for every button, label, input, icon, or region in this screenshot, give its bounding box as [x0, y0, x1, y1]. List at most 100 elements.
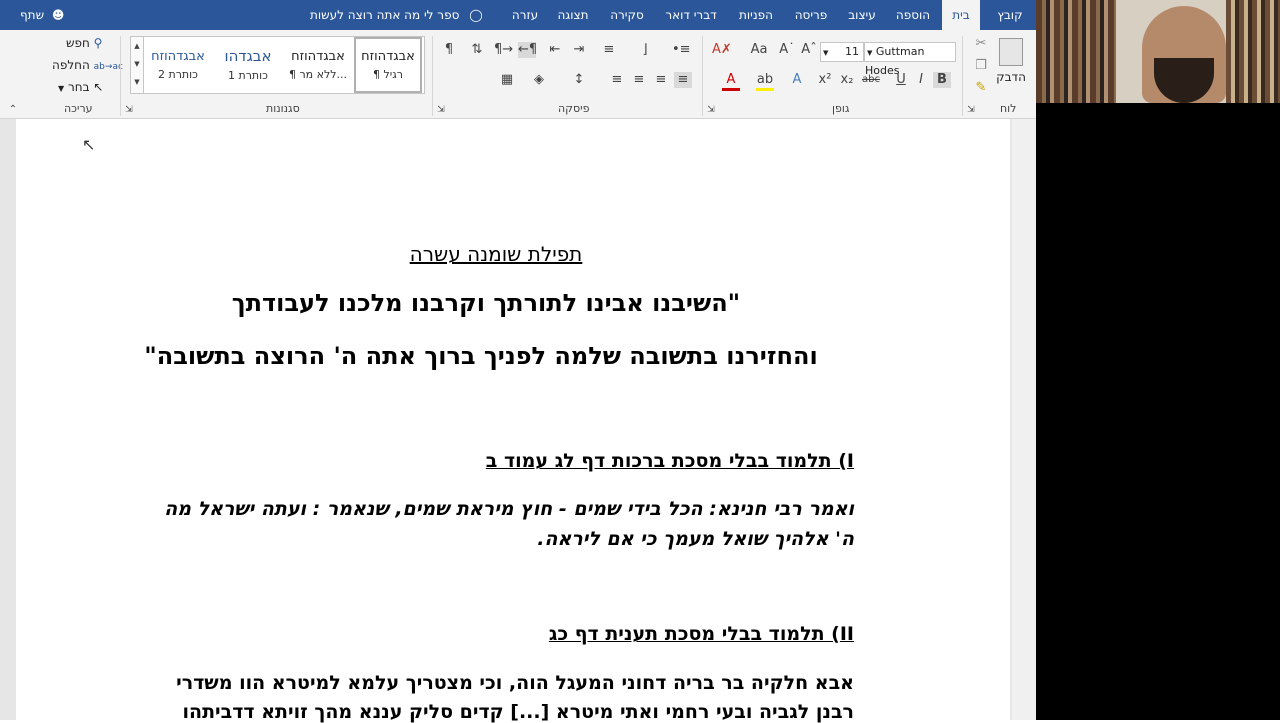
doc-section-2-title: II) תלמוד בבלי מסכת תענית דף כג	[548, 623, 854, 645]
search-icon: ⚲	[93, 36, 103, 50]
decrease-indent-icon[interactable]: ⇥	[570, 42, 588, 58]
paste-button[interactable]: הדבק	[994, 36, 1028, 98]
ribbon: חפש ⚲ החלפה ab→ac ▼ בחר ↖ עריכה ⌃ ⇲ ▲ ▼ ▼ …	[0, 30, 1036, 119]
clear-formatting-icon[interactable]: A✗	[712, 42, 732, 58]
tab-design[interactable]: עיצוב	[846, 0, 878, 30]
find-button[interactable]: חפש ⚲	[66, 36, 102, 50]
doc-section-2-line-1: אבא חלקיה בר בריה דחוני המעגל הוה, וכי מ…	[176, 672, 854, 694]
font-size-box[interactable]: ▼ 11	[820, 42, 864, 62]
highlight-icon[interactable]: ab	[756, 72, 774, 91]
styles-dialog-icon[interactable]: ⇲	[120, 102, 138, 118]
doc-quote-line-2: והחזירנו בתשובה שלמה לפניך ברוך אתה ה' ה…	[144, 342, 818, 370]
style-normal[interactable]: אבגדהוזח ¶ רגיל	[354, 37, 422, 93]
format-painter-icon[interactable]: ✎	[972, 80, 990, 96]
select-label: בחר	[67, 80, 90, 94]
font-name-box[interactable]: ▼ Guttman Hodes	[864, 42, 956, 77]
bookshelf-image	[1036, 0, 1116, 103]
italic-icon[interactable]: I	[912, 72, 930, 88]
line-spacing-icon[interactable]: ↕	[570, 72, 588, 88]
superscript-icon[interactable]: x²	[816, 72, 834, 88]
webcam-background	[1036, 103, 1280, 720]
doc-quote-line-1: "השיבנו אבינו לתורתך וקרבנו מלכנו לעבודת…	[231, 289, 741, 317]
style-sample: אבגדהוזח	[361, 49, 415, 64]
font-color-icon[interactable]: A	[722, 72, 740, 91]
ltr-direction-icon[interactable]: ¶→	[494, 42, 513, 58]
grow-font-icon[interactable]: Aˆ	[800, 42, 818, 58]
style-name: כותרת 2	[158, 68, 198, 81]
styles-gallery: אבגדהוזח כותרת 2 אבגדהו כותרת 1 אבגדהוזח…	[143, 36, 425, 94]
cut-icon[interactable]: ✂	[972, 36, 990, 52]
tab-review[interactable]: סקירה	[608, 0, 646, 30]
multilevel-list-icon[interactable]: ≡	[600, 42, 618, 58]
style-no-spacing[interactable]: אבגדהוזח ¶ ללא מר...	[286, 39, 350, 91]
text-effects-icon[interactable]: A	[788, 72, 806, 88]
style-name: ¶ רגיל	[373, 68, 403, 81]
bold-icon[interactable]: B	[933, 72, 951, 88]
align-left-icon[interactable]: ≡	[630, 72, 648, 88]
style-name: כותרת 1	[228, 69, 268, 82]
lightbulb-icon: ◯	[469, 8, 483, 22]
cursor-arrow-icon: ↖	[93, 80, 104, 94]
style-sample: אבגדהוזח	[291, 49, 345, 64]
styles-scroll[interactable]: ▲ ▼ ▼	[130, 36, 144, 94]
replace-button[interactable]: החלפה ab→ac	[52, 58, 123, 72]
subscript-icon[interactable]: x₂	[838, 72, 856, 88]
style-sample: אבגדהו	[224, 47, 272, 65]
dropdown-arrow-icon: ▼	[58, 84, 65, 93]
styles-group-label: סגנונות	[266, 102, 300, 115]
style-heading-2[interactable]: אבגדהוזח כותרת 2	[146, 39, 210, 91]
webcam-video	[1036, 0, 1280, 103]
doc-heading: תפילת שומנה עשרה	[409, 242, 583, 266]
vertical-scrollbar[interactable]	[1012, 119, 1036, 720]
clipboard-dialog-icon[interactable]: ⇲	[962, 102, 980, 118]
clipboard-group-label: לוח	[1000, 102, 1017, 115]
justify-icon[interactable]: ≡	[608, 72, 626, 88]
bullets-icon[interactable]: •≡	[672, 42, 691, 58]
tell-me-text: ספר לי מה אתה רוצה לעשות	[310, 8, 460, 22]
collapse-ribbon-icon[interactable]: ⌃	[4, 102, 22, 118]
strikethrough-icon[interactable]: abc	[862, 72, 880, 88]
mouse-cursor-icon: ↖	[82, 135, 96, 154]
doc-section-1-line-1: ואמר רבי חנינא: הכל בידי שמים - חוץ מירא…	[164, 498, 854, 520]
sort-icon[interactable]: ⇅	[468, 42, 486, 58]
replace-label: החלפה	[52, 58, 90, 72]
shading-icon[interactable]: ◈	[530, 72, 548, 88]
select-button[interactable]: ▼ בחר ↖	[58, 80, 103, 94]
tab-references[interactable]: הפניות	[736, 0, 776, 30]
chevron-down-icon: ▼	[867, 49, 873, 57]
document-page[interactable]: ↖ תפילת שומנה עשרה "השיבנו אבינו לתורתך …	[16, 119, 1010, 723]
change-case-icon[interactable]: Aa	[750, 42, 768, 58]
copy-icon[interactable]: ❐	[972, 58, 990, 74]
font-group-label: גופן	[832, 102, 850, 115]
show-marks-icon[interactable]: ¶	[440, 42, 458, 58]
align-center-icon[interactable]: ≡	[652, 72, 670, 88]
font-size-value: 11	[845, 45, 859, 58]
doc-section-1-title: I) תלמוד בבלי מסכת ברכות דף לג עמוד ב	[485, 450, 854, 472]
replace-icon: ab→ac	[93, 62, 123, 72]
share-label: שתף	[20, 8, 45, 22]
font-dialog-icon[interactable]: ⇲	[702, 102, 720, 118]
style-heading-1[interactable]: אבגדהו כותרת 1	[216, 39, 280, 91]
editing-group-label: עריכה	[64, 102, 93, 115]
tab-help[interactable]: עזרה	[510, 0, 540, 30]
tab-mailings[interactable]: דברי דואר	[662, 0, 720, 30]
tab-insert[interactable]: הוספה	[892, 0, 934, 30]
paragraph-group-label: פיסקה	[558, 102, 590, 115]
share-button[interactable]: שתף ☻	[20, 0, 64, 30]
numbering-icon[interactable]: ⌋	[636, 42, 654, 58]
tab-layout[interactable]: פריסה	[792, 0, 830, 30]
align-right-icon[interactable]: ≡	[674, 72, 692, 88]
borders-icon[interactable]: ▦	[498, 72, 516, 88]
shrink-font-icon[interactable]: A˙	[778, 42, 796, 58]
chevron-down-icon: ▼	[823, 49, 829, 57]
rtl-direction-icon[interactable]: ←¶	[518, 42, 537, 58]
paragraph-dialog-icon[interactable]: ⇲	[432, 102, 450, 118]
tab-home[interactable]: בית	[942, 0, 980, 30]
tab-file[interactable]: קובץ	[990, 0, 1030, 30]
clipboard-icon	[999, 38, 1023, 66]
tell-me-box[interactable]: ספר לי מה אתה רוצה לעשות ◯	[310, 0, 483, 30]
underline-icon[interactable]: U	[892, 72, 910, 88]
increase-indent-icon[interactable]: ⇤	[546, 42, 564, 58]
tab-view[interactable]: תצוגה	[556, 0, 590, 30]
bookshelf-image	[1226, 0, 1280, 103]
